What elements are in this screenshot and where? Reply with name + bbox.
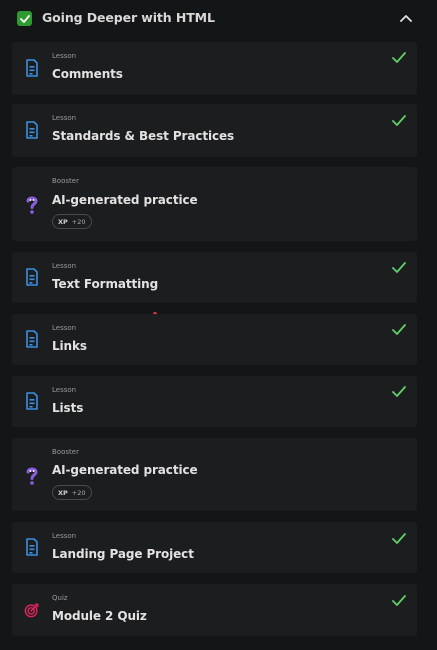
lesson-icon (24, 329, 40, 349)
item-type-label: Lesson (52, 324, 77, 332)
item-title: Links (52, 339, 87, 353)
item-title: Standards & Best Practices (52, 129, 235, 143)
section-complete-checkbox (17, 11, 32, 26)
course-module-page: Going Deeper with HTML Lesson Comments L… (0, 0, 437, 650)
completed-check-icon (392, 533, 406, 544)
item-title: Module 2 Quiz (52, 609, 147, 623)
lesson-icon (24, 391, 40, 411)
completed-check-icon (392, 52, 406, 63)
item-title: Comments (52, 67, 123, 81)
completed-check-icon (392, 595, 406, 606)
list-item-lesson[interactable]: Lesson Landing Page Project (12, 522, 417, 573)
list-item-lesson[interactable]: Lesson Text Formatting (12, 252, 417, 303)
item-type-label: Lesson (52, 52, 77, 60)
item-type-label: Booster (52, 448, 79, 456)
xp-value: +20 (71, 217, 86, 226)
item-type-label: Booster (52, 177, 79, 185)
item-title: Text Formatting (52, 277, 159, 291)
section-title: Going Deeper with HTML (42, 10, 215, 25)
xp-label: XP (58, 217, 68, 226)
completed-check-icon (392, 262, 406, 273)
list-item-lesson[interactable]: Lesson Lists (12, 376, 417, 427)
completed-check-icon (392, 324, 406, 335)
chevron-up-icon (400, 15, 412, 22)
list-item-lesson[interactable]: Lesson Comments (12, 42, 417, 95)
item-type-label: Lesson (52, 114, 77, 122)
lesson-icon (24, 267, 40, 287)
list-item-lesson[interactable]: Lesson Links (12, 314, 417, 365)
checkmark-icon (19, 14, 30, 23)
xp-badge: XP +20 (52, 214, 92, 229)
list-item-booster[interactable]: Booster AI-generated practice XP +20 (12, 167, 417, 241)
lesson-icon (24, 58, 40, 78)
xp-label: XP (58, 488, 68, 497)
completed-check-icon (392, 386, 406, 397)
quiz-target-icon (24, 600, 40, 620)
xp-value: +20 (71, 488, 86, 497)
item-title: AI-generated practice (52, 463, 198, 477)
item-title: Landing Page Project (52, 547, 194, 561)
ai-booster-icon (24, 466, 40, 486)
lesson-icon (24, 120, 40, 140)
list-item-lesson[interactable]: Lesson Standards & Best Practices (12, 104, 417, 157)
completed-check-icon (392, 115, 406, 126)
list-item-booster[interactable]: Booster AI-generated practice XP +20 (12, 438, 417, 511)
lesson-icon (24, 537, 40, 557)
item-type-label: Lesson (52, 262, 77, 270)
collapse-button[interactable] (398, 11, 414, 25)
item-type-label: Quiz (52, 594, 68, 602)
ai-booster-icon (24, 195, 40, 215)
list-item-quiz[interactable]: Quiz Module 2 Quiz (12, 584, 417, 636)
item-title: Lists (52, 401, 84, 415)
section-header[interactable]: Going Deeper with HTML (0, 0, 437, 36)
item-type-label: Lesson (52, 532, 77, 540)
xp-badge: XP +20 (52, 485, 92, 500)
item-type-label: Lesson (52, 386, 77, 394)
item-title: AI-generated practice (52, 193, 198, 207)
